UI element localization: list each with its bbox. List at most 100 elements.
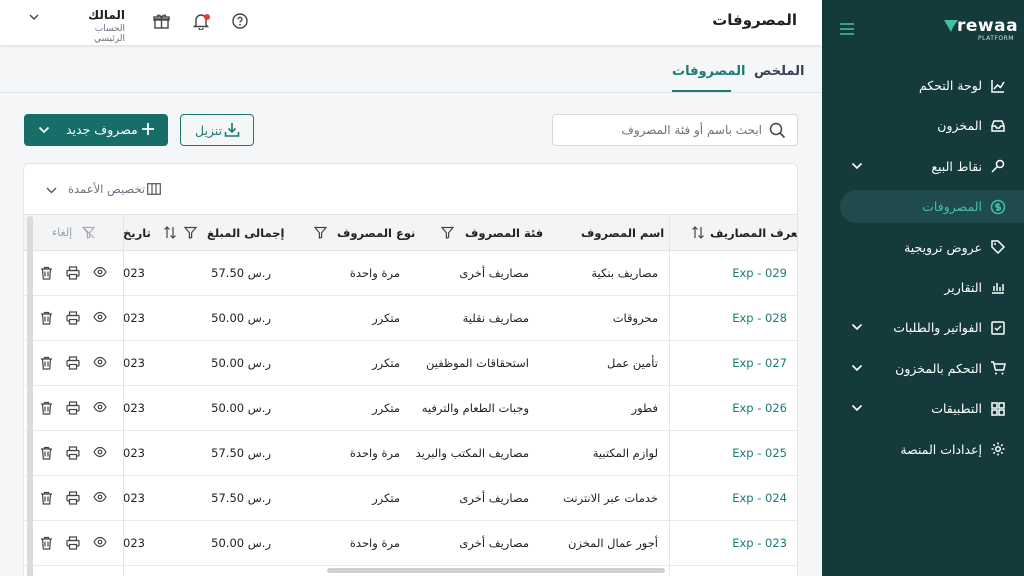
help-icon[interactable] bbox=[232, 13, 248, 29]
delete-icon[interactable] bbox=[40, 356, 53, 370]
column-divider bbox=[669, 214, 670, 576]
view-icon[interactable] bbox=[93, 356, 107, 368]
header-total: إجمالى المبلغ bbox=[207, 226, 285, 240]
sort-icon[interactable] bbox=[692, 226, 704, 239]
delete-icon[interactable] bbox=[40, 401, 53, 415]
tab-summary[interactable]: الملخص bbox=[754, 64, 804, 79]
expense-id-link[interactable]: Exp - 027 bbox=[732, 356, 787, 370]
rewaa-logo: rewaa PLATFORM bbox=[943, 16, 1018, 44]
sidebar-item[interactable]: التحكم بالمخزون bbox=[822, 352, 1024, 385]
header-id[interactable]: معرف المصاريف bbox=[710, 226, 797, 240]
view-icon[interactable] bbox=[93, 311, 107, 323]
gift-icon[interactable] bbox=[153, 13, 170, 30]
sidebar-item[interactable]: المصروفات bbox=[840, 190, 1024, 224]
print-icon[interactable] bbox=[66, 356, 80, 370]
expense-date: 023 bbox=[123, 536, 145, 550]
sidebar-item[interactable]: عروض ترويجية bbox=[822, 231, 1024, 264]
column-divider bbox=[123, 214, 124, 576]
expenses-table-card: تخصيص الأعمدة معرف المصاريف اسم المصروف … bbox=[23, 163, 798, 576]
filter-icon[interactable] bbox=[441, 226, 454, 239]
table-row[interactable]: Exp - 025 لوازم المكتبية مصاريف المكتب وال… bbox=[24, 431, 797, 476]
gear-icon bbox=[990, 441, 1006, 457]
delete-icon[interactable] bbox=[40, 266, 53, 280]
sidebar-item[interactable]: إعدادات المنصة bbox=[822, 433, 1024, 466]
header-type: نوع المصروف bbox=[337, 226, 416, 240]
delete-icon[interactable] bbox=[40, 491, 53, 505]
delete-icon[interactable] bbox=[40, 536, 53, 550]
chevron-down-icon bbox=[46, 185, 57, 196]
sidebar-item[interactable]: نقاط البيع bbox=[822, 150, 1024, 183]
expense-type: متكرر bbox=[372, 491, 400, 505]
sidebar-item-label: إعدادات المنصة bbox=[900, 441, 982, 457]
view-icon[interactable] bbox=[93, 401, 107, 413]
sidebar-item[interactable]: التقارير bbox=[822, 271, 1024, 304]
filter-icon[interactable] bbox=[314, 226, 327, 239]
sidebar-header: rewaa PLATFORM bbox=[822, 0, 1024, 62]
expenses-table: معرف المصاريف اسم المصروف فئة المصروف نو… bbox=[24, 214, 797, 576]
sidebar-item[interactable]: الفواتير والطلبات bbox=[822, 311, 1024, 344]
page-title: المصروفات bbox=[712, 11, 797, 29]
view-icon[interactable] bbox=[93, 536, 107, 548]
table-row[interactable]: Exp - 029 مصاريف بنكية مصاريف أخرى مرة واحد… bbox=[24, 251, 797, 296]
search-input[interactable]: ابحث باسم أو فئة المصروف bbox=[552, 114, 798, 146]
new-expense-button[interactable]: مصروف جديد bbox=[24, 114, 168, 146]
table-row[interactable]: Exp - 028 محروقات مصاريف نقلية متكرر 50.00 ر… bbox=[24, 296, 797, 341]
expense-type: متكرر bbox=[372, 356, 400, 370]
pos-tap-icon bbox=[990, 158, 1006, 174]
chevron-down-icon[interactable] bbox=[38, 124, 50, 136]
top-bar: المصروفات المالك الحساب الرئيسي bbox=[0, 0, 822, 45]
expense-date: 023 bbox=[123, 311, 145, 325]
header-date: تاريخ bbox=[123, 226, 151, 240]
user-menu[interactable]: المالك الحساب الرئيسي bbox=[65, 8, 125, 44]
print-icon[interactable] bbox=[66, 446, 80, 460]
chevron-down-icon[interactable] bbox=[851, 321, 863, 333]
chevron-down-icon[interactable] bbox=[851, 402, 863, 414]
expense-type: متكرر bbox=[372, 401, 400, 415]
columns-icon bbox=[147, 183, 161, 195]
view-icon[interactable] bbox=[93, 446, 107, 458]
tab-expenses[interactable]: المصروفات bbox=[672, 64, 746, 79]
view-icon[interactable] bbox=[93, 491, 107, 503]
menu-toggle-icon[interactable] bbox=[840, 23, 854, 35]
user-menu-chevron-icon[interactable] bbox=[28, 11, 40, 23]
download-button[interactable]: تنزيل bbox=[180, 114, 254, 146]
clear-filter-icon[interactable] bbox=[82, 226, 95, 239]
horizontal-scrollbar[interactable] bbox=[327, 568, 665, 573]
expense-id-link[interactable]: Exp - 029 bbox=[732, 266, 787, 280]
expense-id-link[interactable]: Exp - 024 bbox=[732, 491, 787, 505]
expense-id-link[interactable]: Exp - 028 bbox=[732, 311, 787, 325]
view-icon[interactable] bbox=[93, 266, 107, 278]
chevron-down-icon[interactable] bbox=[851, 362, 863, 374]
table-row[interactable]: Exp - 026 فطور وجبات الطعام والترفيه متكرر 5… bbox=[24, 386, 797, 431]
user-name: المالك bbox=[88, 8, 125, 22]
cancel-filter-label[interactable]: إلغاء bbox=[52, 226, 72, 239]
print-icon[interactable] bbox=[66, 401, 80, 415]
bar-chart-icon bbox=[990, 279, 1006, 295]
expense-id-link[interactable]: Exp - 025 bbox=[732, 446, 787, 460]
sidebar-item[interactable]: المخزون bbox=[822, 109, 1024, 142]
print-icon[interactable] bbox=[66, 311, 80, 325]
expense-name: أجور عمال المخزن bbox=[567, 536, 658, 550]
sidebar-item[interactable]: لوحة التحكم bbox=[822, 69, 1024, 102]
table-row[interactable]: Exp - 027 تأمين عمل استحقاقات الموظفين متكر… bbox=[24, 341, 797, 386]
expense-id-link[interactable]: Exp - 026 bbox=[732, 401, 787, 415]
table-row[interactable]: Exp - 024 خدمات عبر الانترنت مصاريف أخرى مت… bbox=[24, 476, 797, 521]
delete-icon[interactable] bbox=[40, 446, 53, 460]
sidebar-item[interactable]: التطبيقات bbox=[822, 392, 1024, 425]
sort-icon[interactable] bbox=[164, 226, 176, 239]
print-icon[interactable] bbox=[66, 491, 80, 505]
filter-icon[interactable] bbox=[184, 226, 197, 239]
customize-columns-label: تخصيص الأعمدة bbox=[68, 182, 146, 196]
notification-dot bbox=[204, 14, 210, 20]
expense-total: 50.00 ر.س bbox=[211, 401, 271, 415]
print-icon[interactable] bbox=[66, 266, 80, 280]
chevron-down-icon[interactable] bbox=[851, 160, 863, 172]
search-placeholder: ابحث باسم أو فئة المصروف bbox=[621, 123, 762, 137]
table-row[interactable]: Exp - 023 أجور عمال المخزن مصاريف أخرى مرة … bbox=[24, 521, 797, 566]
expense-total: 57.50 ر.س bbox=[211, 491, 271, 505]
expense-id-link[interactable]: Exp - 023 bbox=[732, 536, 787, 550]
plus-icon bbox=[141, 122, 155, 136]
delete-icon[interactable] bbox=[40, 311, 53, 325]
print-icon[interactable] bbox=[66, 536, 80, 550]
vertical-scrollbar[interactable] bbox=[27, 216, 33, 576]
